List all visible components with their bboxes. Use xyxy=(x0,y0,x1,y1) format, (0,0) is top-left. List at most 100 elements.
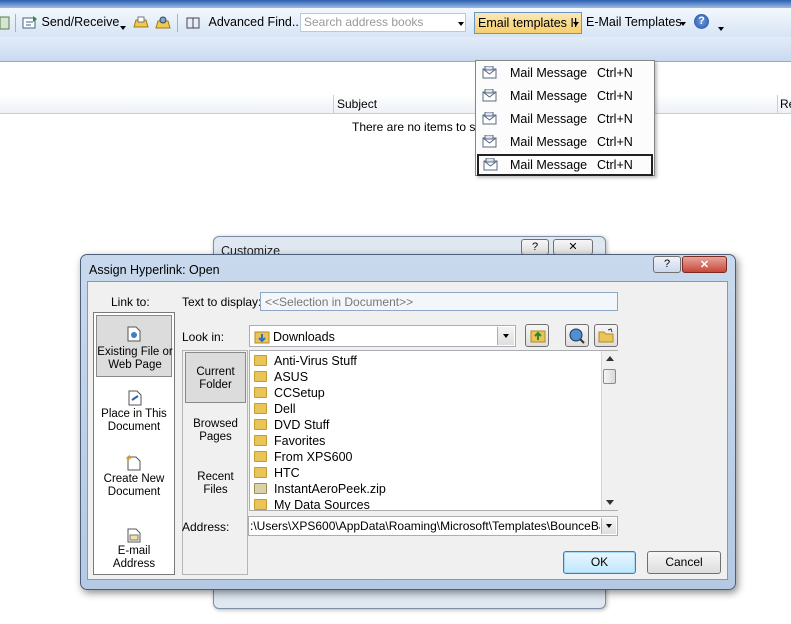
look-in-select[interactable]: Downloads xyxy=(249,325,516,347)
link-target-create-new-document[interactable]: Create New Document xyxy=(96,473,172,499)
place-in-document-icon xyxy=(128,390,142,406)
column-divider xyxy=(777,95,778,113)
menu-item-mail-message[interactable]: Mail Message Ctrl+N xyxy=(477,62,653,84)
address-label: Address: xyxy=(182,520,230,534)
look-in-dropdown-button[interactable] xyxy=(497,327,514,345)
file-name: Favorites xyxy=(274,434,326,448)
email-templates-menu: Mail Message Ctrl+N Mail Message Ctrl+N … xyxy=(475,60,655,176)
menu-item-mail-message[interactable]: Mail Message Ctrl+N xyxy=(477,108,653,130)
menu-item-label: Mail Message xyxy=(510,112,588,126)
text-to-display-label: Text to display: xyxy=(182,295,262,309)
text-to-display-field[interactable]: <<Selection in Document>> xyxy=(260,292,618,311)
email-templates-ii-label: Email templates II xyxy=(478,16,578,30)
email-address-icon xyxy=(127,528,141,543)
column-received[interactable]: Re xyxy=(780,97,791,111)
folder-icon xyxy=(254,403,267,414)
window-title-strip xyxy=(0,0,791,8)
chevron-down-icon xyxy=(606,524,612,528)
link-target-existing-file[interactable]: Existing File or Web Page xyxy=(96,315,173,377)
scroll-thumb[interactable] xyxy=(603,369,616,384)
standard-toolbar: Send/Receive Advanced Find... Search add… xyxy=(0,8,791,38)
menu-item-shortcut: Ctrl+N xyxy=(597,112,633,126)
toolbar-separator xyxy=(177,14,178,32)
link-to-label: Link to: xyxy=(111,295,150,309)
mail-message-icon xyxy=(482,135,497,148)
ok-button[interactable]: OK xyxy=(563,551,636,574)
file-name: ASUS xyxy=(274,370,309,384)
menu-item-shortcut: Ctrl+N xyxy=(597,89,633,103)
file-name: InstantAeroPeek.zip xyxy=(274,482,386,496)
link-to-bar: Existing File or Web Page Place in This … xyxy=(93,312,175,575)
menu-item-label: Mail Message xyxy=(510,158,588,172)
create-new-document-icon xyxy=(126,455,141,471)
address-dropdown-button[interactable] xyxy=(601,518,616,534)
mail-message-icon xyxy=(483,158,498,171)
menu-item-mail-message[interactable]: Mail Message Ctrl+N xyxy=(477,131,653,153)
link-target-label: Existing File or Web Page xyxy=(97,346,173,371)
find-contact-icon[interactable] xyxy=(133,8,149,37)
secondary-toolbar xyxy=(0,37,791,62)
dialog-help-button[interactable]: ? xyxy=(653,256,681,273)
send-receive-button[interactable]: Send/Receive xyxy=(22,8,119,37)
email-templates-dropdown-icon[interactable] xyxy=(680,22,686,26)
send-receive-label: Send/Receive xyxy=(41,15,120,29)
book-icon xyxy=(186,17,200,29)
column-subject[interactable]: Subject xyxy=(337,97,377,111)
existing-file-icon xyxy=(127,326,141,342)
file-name: Dell xyxy=(274,402,296,416)
search-dropdown-icon[interactable] xyxy=(458,22,464,26)
look-in-label: Look in: xyxy=(182,330,225,344)
send-receive-icon xyxy=(22,15,37,29)
file-list-scrollbar[interactable] xyxy=(601,351,618,510)
toolbar-options-icon[interactable] xyxy=(718,27,724,31)
send-receive-dropdown-icon[interactable] xyxy=(120,26,126,30)
scroll-down-icon[interactable] xyxy=(606,500,614,505)
chevron-down-icon xyxy=(503,334,509,338)
folder-icon xyxy=(254,419,267,430)
folder-icon xyxy=(254,499,267,510)
source-current-folder[interactable]: Current Folder xyxy=(185,352,246,403)
help-icon: ? xyxy=(663,258,671,270)
customize-help-button[interactable]: ? xyxy=(521,239,549,255)
toolbar-separator xyxy=(15,14,16,32)
menu-item-mail-message[interactable]: Mail Message Ctrl+N xyxy=(477,85,653,107)
browse-web-button[interactable] xyxy=(565,324,589,347)
ok-label: OK xyxy=(590,555,609,569)
folder-icon xyxy=(254,371,267,382)
email-templates-button[interactable]: E-Mail Templates xyxy=(586,8,682,37)
up-one-folder-button[interactable] xyxy=(525,324,549,347)
menu-item-shortcut: Ctrl+N xyxy=(597,66,633,80)
empty-list-message: There are no items to sh xyxy=(352,120,483,134)
help-icon[interactable]: ? xyxy=(694,14,709,29)
dialog-close-button[interactable]: ✕ xyxy=(682,256,727,273)
menu-item-label: Mail Message xyxy=(510,66,588,80)
address-input[interactable]: :\Users\XPS600\AppData\Roaming\Microsoft… xyxy=(248,516,618,536)
cancel-button[interactable]: Cancel xyxy=(647,551,721,574)
source-recent-files[interactable]: Recent Files xyxy=(185,471,246,497)
menu-item-mail-message-selected[interactable]: Mail Message Ctrl+N xyxy=(477,154,653,176)
link-target-email-address[interactable]: E-mail Address xyxy=(96,545,172,571)
help-icon: ? xyxy=(531,241,539,253)
downloads-folder-icon xyxy=(254,331,270,344)
advanced-find-button[interactable]: Advanced Find... xyxy=(185,8,302,37)
search-address-books-input[interactable]: Search address books xyxy=(300,13,466,32)
cancel-label: Cancel xyxy=(665,555,703,569)
mail-message-icon xyxy=(482,112,497,125)
file-list[interactable]: Anti-Virus Stuff ASUS CCSetup Dell DVD S… xyxy=(249,350,618,511)
address-book-icon[interactable] xyxy=(155,8,171,37)
scroll-up-icon[interactable] xyxy=(606,356,614,361)
browse-file-button[interactable] xyxy=(594,324,618,347)
customize-close-button[interactable]: ✕ xyxy=(553,239,593,255)
link-target-place-in-document[interactable]: Place in This Document xyxy=(96,408,172,434)
file-name: Anti-Virus Stuff xyxy=(274,354,357,368)
source-browsed-pages[interactable]: Browsed Pages xyxy=(185,418,246,444)
mail-message-icon xyxy=(482,66,497,79)
file-name: CCSetup xyxy=(274,386,325,400)
reply-icon[interactable] xyxy=(0,8,10,37)
folder-icon xyxy=(254,451,267,462)
text-to-display-value: <<Selection in Document>> xyxy=(265,295,414,309)
mail-message-icon xyxy=(482,89,497,102)
email-templates-ii-button[interactable]: Email templates II xyxy=(474,12,582,34)
file-list-items: Anti-Virus Stuff ASUS CCSetup Dell DVD S… xyxy=(252,353,600,510)
file-name: My Data Sources xyxy=(274,498,370,510)
